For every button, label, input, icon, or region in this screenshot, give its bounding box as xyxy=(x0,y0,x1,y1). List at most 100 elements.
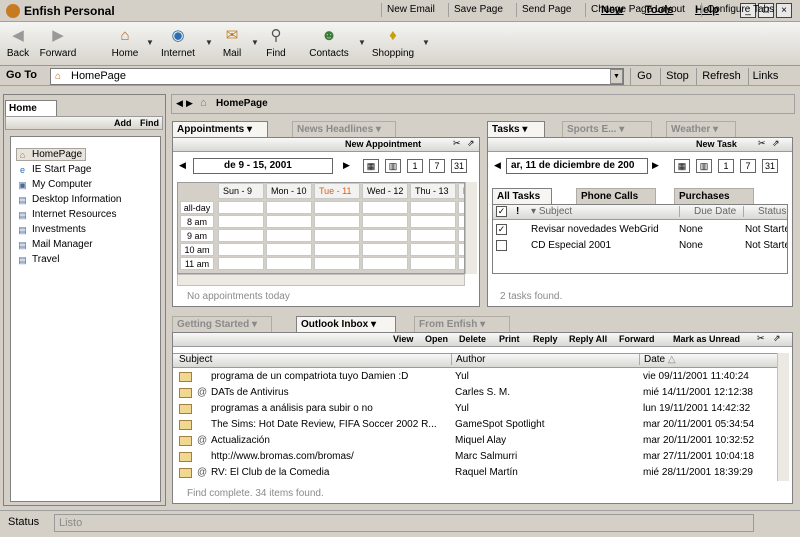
calendar-slot[interactable] xyxy=(218,229,264,242)
inbox-action-delete[interactable]: Delete xyxy=(459,334,486,344)
internet-button[interactable]: ◉ Internet xyxy=(156,26,200,59)
calendar-slot[interactable] xyxy=(458,257,464,270)
month-31-view-icon[interactable]: 31 xyxy=(451,159,467,173)
goto-address-input[interactable]: HomePage xyxy=(50,68,624,85)
inbox-action-print[interactable]: Print xyxy=(499,334,520,344)
back-button[interactable]: ◀ Back xyxy=(4,26,32,59)
tree-item-internet-resources[interactable]: ▤ Internet Resources xyxy=(17,209,116,220)
contacts-button[interactable]: ☻ Contacts xyxy=(304,26,354,59)
tab-from-enfish[interactable]: From Enfish ▾ xyxy=(414,316,510,332)
calendar-slot[interactable] xyxy=(266,229,312,242)
calendar-slot[interactable] xyxy=(362,201,408,214)
select-all-checkbox[interactable]: ✓ xyxy=(496,206,507,217)
email-row[interactable]: @ Actualización Miquel Alay mar 20/11/2001 … xyxy=(173,433,777,449)
calendar-slot[interactable] xyxy=(218,201,264,214)
new-task-button[interactable]: New Task xyxy=(696,139,737,149)
popout-icon[interactable]: ⇗ xyxy=(773,333,781,344)
prev-week-icon[interactable]: ◀ xyxy=(179,160,186,171)
calendar-slot[interactable] xyxy=(314,201,360,214)
close-button[interactable]: × xyxy=(776,3,792,18)
subject-column-header[interactable]: ▾ Subject xyxy=(531,206,572,217)
task-row[interactable]: CD Especial 2001 None Not Starte xyxy=(493,238,787,254)
left-add-button[interactable]: Add xyxy=(114,118,132,128)
work-week-view-icon[interactable]: 7 xyxy=(740,159,756,173)
calendar-slot[interactable] xyxy=(314,215,360,228)
calendar-vscroll[interactable] xyxy=(465,182,477,274)
priority-column-header[interactable]: ! xyxy=(516,206,519,217)
calendar-slot[interactable] xyxy=(458,229,464,242)
calendar-slot[interactable] xyxy=(314,243,360,256)
tree-item-ie-start-page[interactable]: e IE Start Page xyxy=(17,164,92,175)
calendar-slot[interactable] xyxy=(458,243,464,256)
left-find-button[interactable]: Find xyxy=(140,118,159,128)
day-view-icon[interactable]: 1 xyxy=(407,159,423,173)
task-checkbox[interactable] xyxy=(496,240,507,251)
go-button[interactable]: Go xyxy=(630,68,658,85)
calendar-slot[interactable] xyxy=(458,201,464,214)
calendar-slot[interactable] xyxy=(362,257,408,270)
find-button[interactable]: ⚲ Find xyxy=(262,26,290,59)
calendar-slot[interactable] xyxy=(362,243,408,256)
tab-weather[interactable]: Weather ▾ xyxy=(666,121,736,137)
change-page-layout-button[interactable]: Change Page Layout xyxy=(585,3,685,17)
calendar-day-header[interactable]: Thu - 13 xyxy=(410,183,456,199)
scissors-icon[interactable]: ✂ xyxy=(757,333,765,344)
calendar-slot[interactable] xyxy=(362,215,408,228)
inbox-action-reply[interactable]: Reply xyxy=(533,334,558,344)
calendar-slot[interactable] xyxy=(410,243,456,256)
next-week-icon[interactable]: ▶ xyxy=(343,160,350,171)
inbox-action-forward[interactable]: Forward xyxy=(619,334,655,344)
email-row[interactable]: @ DATs de Antivirus Carles S. M. mié 14/11/… xyxy=(173,385,777,401)
month-view-icon[interactable]: ▦ xyxy=(363,159,379,173)
email-row[interactable]: http://www.bromas.com/bromas/Marc Salmur… xyxy=(173,449,777,465)
calendar-day-header[interactable]: Mon - 10 xyxy=(266,183,312,199)
calendar-day-header[interactable]: Wed - 12 xyxy=(362,183,408,199)
calendar-hscroll[interactable] xyxy=(177,274,465,286)
task-checkbox[interactable]: ✓ xyxy=(496,224,507,235)
calendar-slot[interactable] xyxy=(458,215,464,228)
tree-item-homepage[interactable]: ⌂ HomePage xyxy=(16,148,87,161)
calendar-day-header[interactable]: Sun - 9 xyxy=(218,183,264,199)
scissors-icon[interactable]: ✂ xyxy=(453,138,461,149)
popout-icon[interactable]: ⇗ xyxy=(467,138,475,149)
email-row[interactable]: @ RV: El Club de la Comedia Raquel Martín m… xyxy=(173,465,777,481)
calendar-slot[interactable] xyxy=(314,257,360,270)
inbox-action-open[interactable]: Open xyxy=(425,334,448,344)
home-dropdown-icon[interactable]: ▼ xyxy=(146,38,154,47)
tab-appointments[interactable]: Appointments ▾ xyxy=(172,121,268,137)
forward-button[interactable]: ▶ Forward xyxy=(36,26,80,59)
email-row[interactable]: programas a análisis para subir o no Yul l… xyxy=(173,401,777,417)
task-row[interactable]: ✓ Revisar novedades WebGrid None Not Starte xyxy=(493,222,787,238)
calendar-slot[interactable] xyxy=(314,229,360,242)
internet-dropdown-icon[interactable]: ▼ xyxy=(205,38,213,47)
email-row[interactable]: The Sims: Hot Date Review, FIFA Soccer 2… xyxy=(173,417,777,433)
calendar-slot[interactable] xyxy=(410,257,456,270)
month-31-view-icon[interactable]: 31 xyxy=(762,159,778,173)
task-date-field[interactable]: ar, 11 de diciembre de 200 xyxy=(506,158,648,174)
calendar-slot[interactable] xyxy=(410,215,456,228)
work-week-view-icon[interactable]: 7 xyxy=(429,159,445,173)
calendar-slot[interactable] xyxy=(218,257,264,270)
new-email-button[interactable]: New Email xyxy=(381,3,435,17)
calendar-day-header[interactable]: Fri xyxy=(458,183,464,199)
popout-icon[interactable]: ⇗ xyxy=(772,138,780,149)
save-page-button[interactable]: Save Page xyxy=(448,3,503,17)
status-column-header[interactable]: Status xyxy=(743,206,787,217)
subject-column-header[interactable]: Subject xyxy=(179,354,212,365)
shopping-button[interactable]: ♦ Shopping xyxy=(370,26,416,59)
home-button[interactable]: ⌂ Home xyxy=(108,26,142,59)
calendar-slot[interactable] xyxy=(410,201,456,214)
calendar-slot[interactable] xyxy=(266,201,312,214)
tree-item-travel[interactable]: ▤ Travel xyxy=(17,254,59,265)
refresh-button[interactable]: Refresh xyxy=(696,68,746,85)
tree-item-desktop-information[interactable]: ▤ Desktop Information xyxy=(17,194,121,205)
tab-getting-started[interactable]: Getting Started ▾ xyxy=(172,316,272,332)
next-day-icon[interactable]: ▶ xyxy=(652,160,659,171)
mail-dropdown-icon[interactable]: ▼ xyxy=(251,38,259,47)
configure-tabs-button[interactable]: Configure Tabs xyxy=(701,3,774,17)
calendar-day-header[interactable]: Tue - 11 xyxy=(314,183,360,199)
inbox-vscroll[interactable] xyxy=(777,353,789,481)
scissors-icon[interactable]: ✂ xyxy=(758,138,766,149)
subtab-phone-calls[interactable]: Phone Calls xyxy=(576,188,656,204)
week-view-icon[interactable]: ▥ xyxy=(696,159,712,173)
